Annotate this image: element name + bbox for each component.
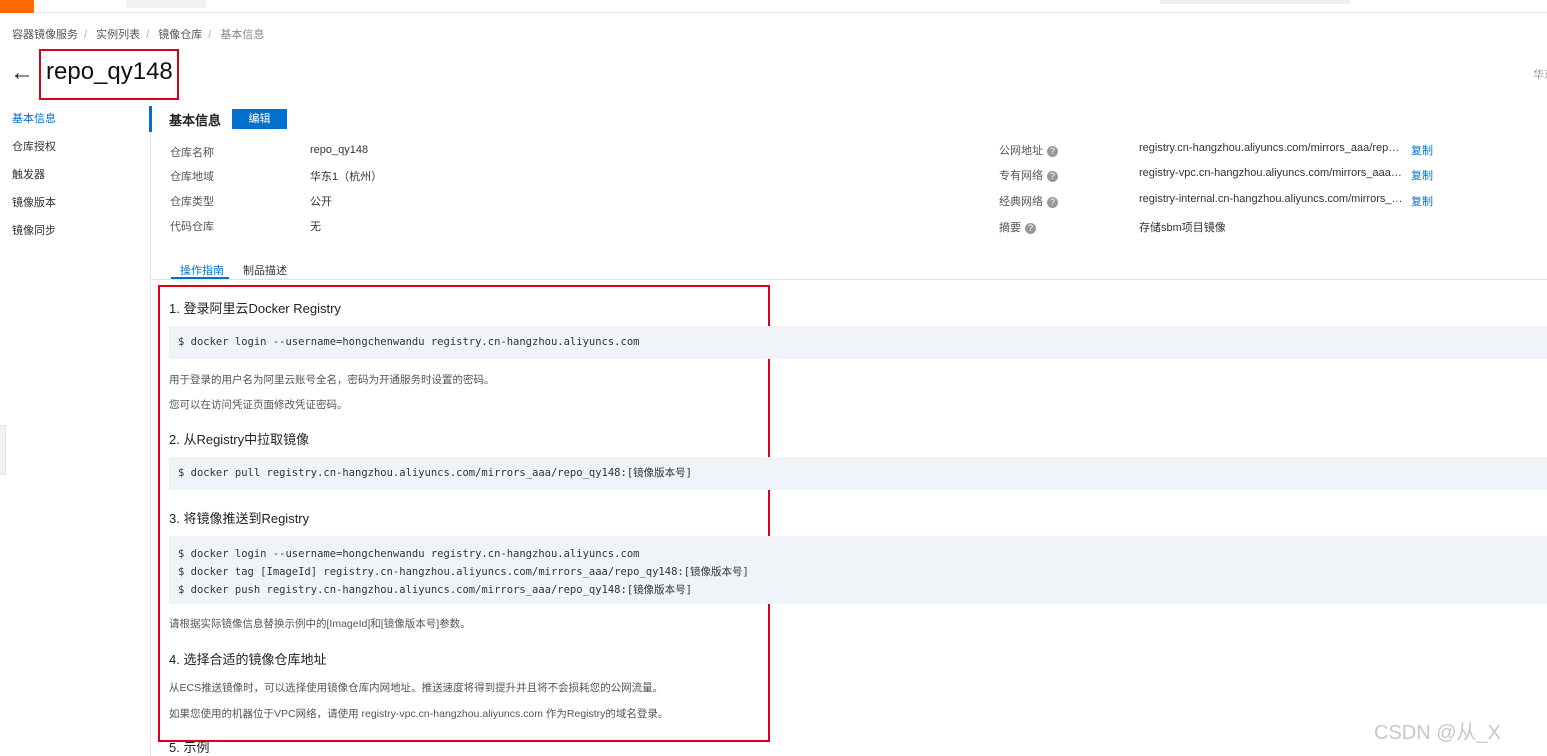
guide-step-2-title: 2. 从Registry中拉取镜像: [169, 432, 310, 447]
code-line-push: $ docker push registry.cn-hangzhou.aliyu…: [178, 584, 692, 596]
tabs-divider: [151, 279, 1547, 280]
addr-label-classic: 经典网络?: [999, 193, 1058, 209]
tab-artifact-description[interactable]: 制品描述: [243, 262, 287, 278]
copy-vpc-button[interactable]: 复制: [1411, 167, 1433, 183]
breadcrumb-item-instances[interactable]: 实例列表: [96, 29, 140, 41]
addr-label-vpc: 专有网络?: [999, 167, 1058, 183]
guide-step-1-note-1: 用于登录的用户名为阿里云账号全名，密码为开通服务时设置的密码。: [169, 374, 495, 386]
help-icon[interactable]: ?: [1047, 145, 1058, 157]
sidebar-item-trigger[interactable]: 触发器: [0, 162, 150, 190]
code-line-login: $ docker login --username=hongchenwandu …: [178, 548, 640, 560]
addr-label-public-text: 公网地址: [999, 145, 1043, 157]
addr-value-vpc: registry-vpc.cn-hangzhou.aliyuncs.com/mi…: [1139, 167, 1404, 179]
addr-label-public: 公网地址?: [999, 142, 1058, 158]
guide-step-1-title: 1. 登录阿里云Docker Registry: [169, 301, 341, 316]
addr-value-classic: registry-internal.cn-hangzhou.aliyuncs.c…: [1139, 193, 1404, 205]
sidebar-item-image-sync[interactable]: 镜像同步: [0, 218, 150, 246]
guide-step-5-title: 5. 示例: [169, 740, 210, 755]
tab-operation-guide[interactable]: 操作指南: [180, 262, 224, 278]
addr-value-summary: 存储sbm项目镜像: [1139, 222, 1226, 234]
info-label-type: 仓库类型: [170, 196, 214, 208]
help-icon[interactable]: ?: [1025, 222, 1036, 234]
guide-step-4-note-2: 如果您使用的机器位于VPC网络，请使用 registry-vpc.cn-hang…: [169, 708, 669, 720]
basic-info-title: 基本信息: [169, 113, 222, 128]
copy-classic-button[interactable]: 复制: [1411, 193, 1433, 209]
sidebar-active-indicator: [149, 106, 152, 132]
code-block-login[interactable]: $ docker login --username=hongchenwandu …: [169, 326, 1547, 359]
addr-label-vpc-text: 专有网络: [999, 170, 1043, 182]
page-title: repo_qy148: [46, 58, 173, 85]
guide-step-1-note-2: 您可以在访问凭证页面修改凭证密码。: [169, 399, 348, 411]
help-icon[interactable]: ?: [1047, 170, 1058, 182]
info-label-code-repo: 代码仓库: [170, 221, 214, 233]
edit-button[interactable]: 编辑: [232, 109, 287, 129]
tab-active-underline: [171, 277, 229, 279]
sidebar-item-basic-info[interactable]: 基本信息: [0, 106, 150, 134]
help-icon[interactable]: ?: [1047, 196, 1058, 208]
info-value-code-repo: 无: [310, 221, 321, 233]
watermark: CSDN @从_X: [1374, 722, 1501, 744]
sidebar-collapse-handle[interactable]: [0, 425, 6, 475]
code-block-pull[interactable]: $ docker pull registry.cn-hangzhou.aliyu…: [169, 457, 1547, 490]
addr-value-public: registry.cn-hangzhou.aliyuncs.com/mirror…: [1139, 142, 1404, 154]
info-value-repo-name: repo_qy148: [310, 144, 369, 156]
code-block-push[interactable]: $ docker login --username=hongchenwandu …: [169, 536, 1547, 604]
addr-label-classic-text: 经典网络: [999, 196, 1043, 208]
top-tab[interactable]: [126, 0, 206, 8]
console-logo[interactable]: [0, 0, 34, 13]
copy-public-button[interactable]: 复制: [1411, 142, 1433, 158]
addr-label-summary-text: 摘要: [999, 222, 1021, 234]
guide-step-3-note: 请根据实际镜像信息替换示例中的[ImageId]和[镜像版本号]参数。: [169, 618, 471, 630]
breadcrumb-item-repos[interactable]: 镜像仓库: [158, 29, 202, 41]
sidebar: 基本信息 仓库授权 触发器 镜像版本 镜像同步: [0, 106, 150, 246]
info-value-type: 公开: [310, 196, 332, 208]
sidebar-divider: [150, 106, 151, 756]
guide-step-3-title: 3. 将镜像推送到Registry: [169, 511, 310, 526]
code-line-tag: $ docker tag [ImageId] registry.cn-hangz…: [178, 566, 749, 578]
top-navigation-bar: [0, 0, 1547, 13]
guide-step-4-note-1: 从ECS推送镜像时，可以选择使用镜像仓库内网地址。推送速度将得到提升并且将不会损…: [169, 682, 664, 694]
breadcrumb-item-service[interactable]: 容器镜像服务: [12, 29, 78, 41]
breadcrumb: 容器镜像服务 / 实例列表 / 镜像仓库 / 基本信息: [12, 29, 265, 41]
addr-label-summary: 摘要?: [999, 219, 1036, 235]
info-label-region: 仓库地域: [170, 171, 214, 183]
sidebar-item-repo-auth[interactable]: 仓库授权: [0, 134, 150, 162]
info-label-repo-name: 仓库名称: [170, 147, 214, 159]
back-arrow-icon[interactable]: ←: [10, 60, 34, 86]
breadcrumb-item-current: 基本信息: [220, 29, 265, 41]
region-label: 华东: [1533, 69, 1547, 81]
top-search-input[interactable]: [1160, 0, 1350, 4]
sidebar-item-image-versions[interactable]: 镜像版本: [0, 190, 150, 218]
info-value-region: 华东1（杭州）: [310, 171, 383, 183]
guide-step-4-title: 4. 选择合适的镜像仓库地址: [169, 652, 327, 667]
